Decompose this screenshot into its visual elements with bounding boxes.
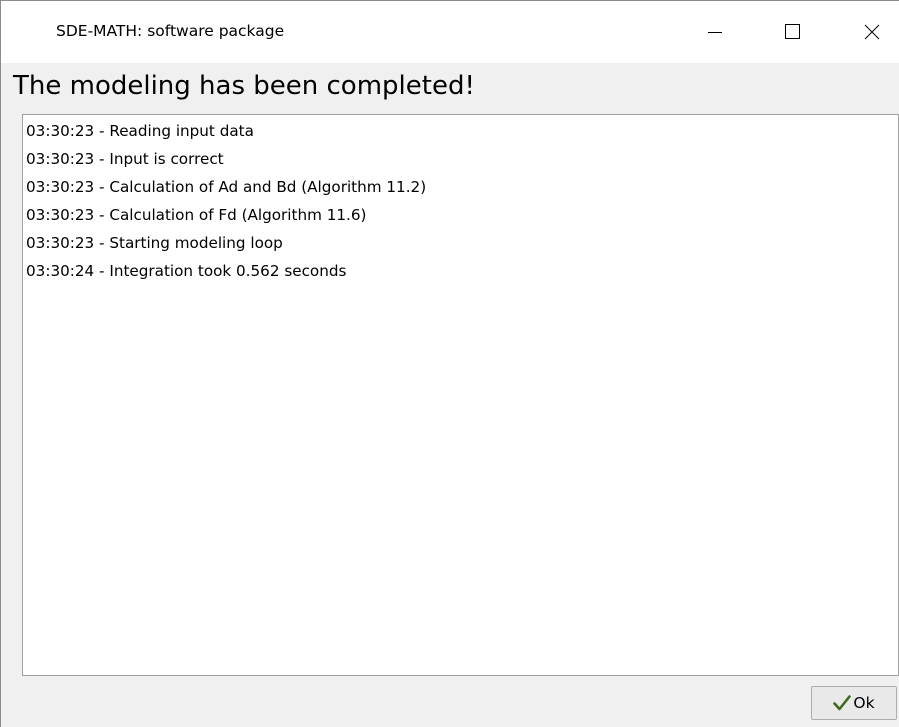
minimize-button[interactable] [692,1,738,63]
checkmark-icon [833,695,852,711]
maximize-icon [785,24,801,40]
log-line: 03:30:23 - Reading input data [26,122,254,140]
title-bar[interactable]: SDE-MATH: software package [1,1,899,63]
dialog-window: SDE-MATH: software package The modeling … [0,0,899,727]
minimize-icon [707,24,723,40]
log-line: 03:30:23 - Starting modeling loop [26,234,283,252]
log-line: 03:30:23 - Calculation of Fd (Algorithm … [26,206,367,224]
ok-button-label: Ok [853,694,875,712]
ok-button[interactable]: Ok [811,686,897,720]
log-line: 03:30:24 - Integration took 0.562 second… [26,262,347,280]
log-output[interactable]: 03:30:23 - Reading input data 03:30:23 -… [22,114,899,676]
close-icon [864,24,880,40]
log-line: 03:30:23 - Calculation of Ad and Bd (Alg… [26,178,427,196]
maximize-button[interactable] [770,1,816,63]
completion-heading: The modeling has been completed! [13,71,475,101]
close-button[interactable] [849,1,895,63]
window-title: SDE-MATH: software package [56,22,285,40]
log-line: 03:30:23 - Input is correct [26,150,224,168]
